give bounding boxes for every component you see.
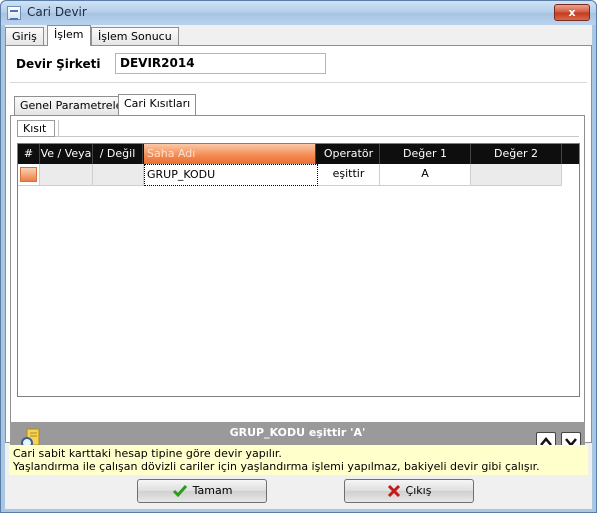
column-header-deger-2[interactable]: Değer 2: [471, 144, 562, 164]
cell-ve-veya[interactable]: [40, 164, 93, 186]
info-line-2: Yaşlandırma ile çalışan dövizli cariler …: [13, 460, 540, 473]
cari-devir-window: Cari Devir x Giriş İşlem İşlem Sonucu De…: [0, 0, 597, 513]
filter-summary-text: GRUP_KODU eşittir 'A': [229, 426, 366, 439]
tab-islem-sonucu[interactable]: İşlem Sonucu: [91, 27, 179, 46]
ok-button-label: Tamam: [192, 484, 233, 497]
tab-giris[interactable]: Giriş: [5, 27, 44, 46]
column-header-deger-1[interactable]: Değer 1: [380, 144, 471, 164]
islem-panel: Devir Şirketi DEVIR2014 Genel Parametrel…: [5, 45, 592, 462]
cell-saha-adi[interactable]: GRUP_KODU: [144, 164, 318, 186]
app-icon: [7, 6, 21, 20]
window-title: Cari Devir: [27, 5, 87, 19]
devir-sirketi-input[interactable]: DEVIR2014: [115, 53, 326, 74]
column-header-degil[interactable]: / Değil: [93, 144, 143, 164]
devir-sirketi-label: Devir Şirketi: [16, 57, 101, 71]
title-bar[interactable]: Cari Devir x: [1, 1, 596, 25]
cell-deger-2[interactable]: [471, 164, 562, 186]
close-icon: x: [568, 6, 576, 19]
ok-button[interactable]: Tamam: [137, 479, 267, 503]
tab-kisit[interactable]: Kısıt: [17, 120, 55, 137]
column-header-operator[interactable]: Operatör: [318, 144, 380, 164]
tab-genel-parametreler[interactable]: Genel Parametreler: [14, 96, 133, 115]
x-icon: [387, 484, 400, 498]
top-tab-strip: Giriş İşlem İşlem Sonucu: [5, 25, 592, 46]
info-line-1: Cari sabit karttaki hesap tipine göre de…: [13, 447, 282, 460]
column-header-row-number[interactable]: #: [18, 144, 40, 164]
window-client-area: Giriş İşlem İşlem Sonucu Devir Şirketi D…: [5, 25, 592, 509]
cari-kisitlari-panel: Kısıt # Ve / Veya / Değil Saha Adı Opera…: [10, 115, 585, 442]
cell-degil[interactable]: [93, 164, 144, 186]
tab-cari-kisitlari[interactable]: Cari Kısıtları: [118, 94, 197, 115]
table-row[interactable]: GRUP_KODU eşittir A: [18, 164, 579, 186]
exit-button-label: Çıkış: [405, 484, 432, 497]
cell-operator[interactable]: eşittir: [318, 164, 380, 186]
close-button[interactable]: x: [554, 4, 590, 21]
divider: [10, 82, 587, 83]
info-message: Cari sabit karttaki hesap tipine göre de…: [9, 445, 588, 475]
checkmark-icon: [172, 485, 187, 498]
row-selector[interactable]: [18, 164, 40, 186]
cell-deger-1[interactable]: A: [380, 164, 471, 186]
exit-button[interactable]: Çıkış: [344, 479, 474, 503]
kisit-tab-strip: [55, 120, 579, 137]
tab-islem[interactable]: İşlem: [47, 25, 91, 46]
kisit-grid: # Ve / Veya / Değil Saha Adı Operatör De…: [17, 143, 580, 397]
column-header-ve-veya[interactable]: Ve / Veya: [40, 144, 93, 164]
row-indicator-icon: [20, 167, 37, 182]
grid-header: # Ve / Veya / Değil Saha Adı Operatör De…: [18, 144, 579, 164]
column-header-saha-adi[interactable]: Saha Adı: [144, 144, 316, 164]
